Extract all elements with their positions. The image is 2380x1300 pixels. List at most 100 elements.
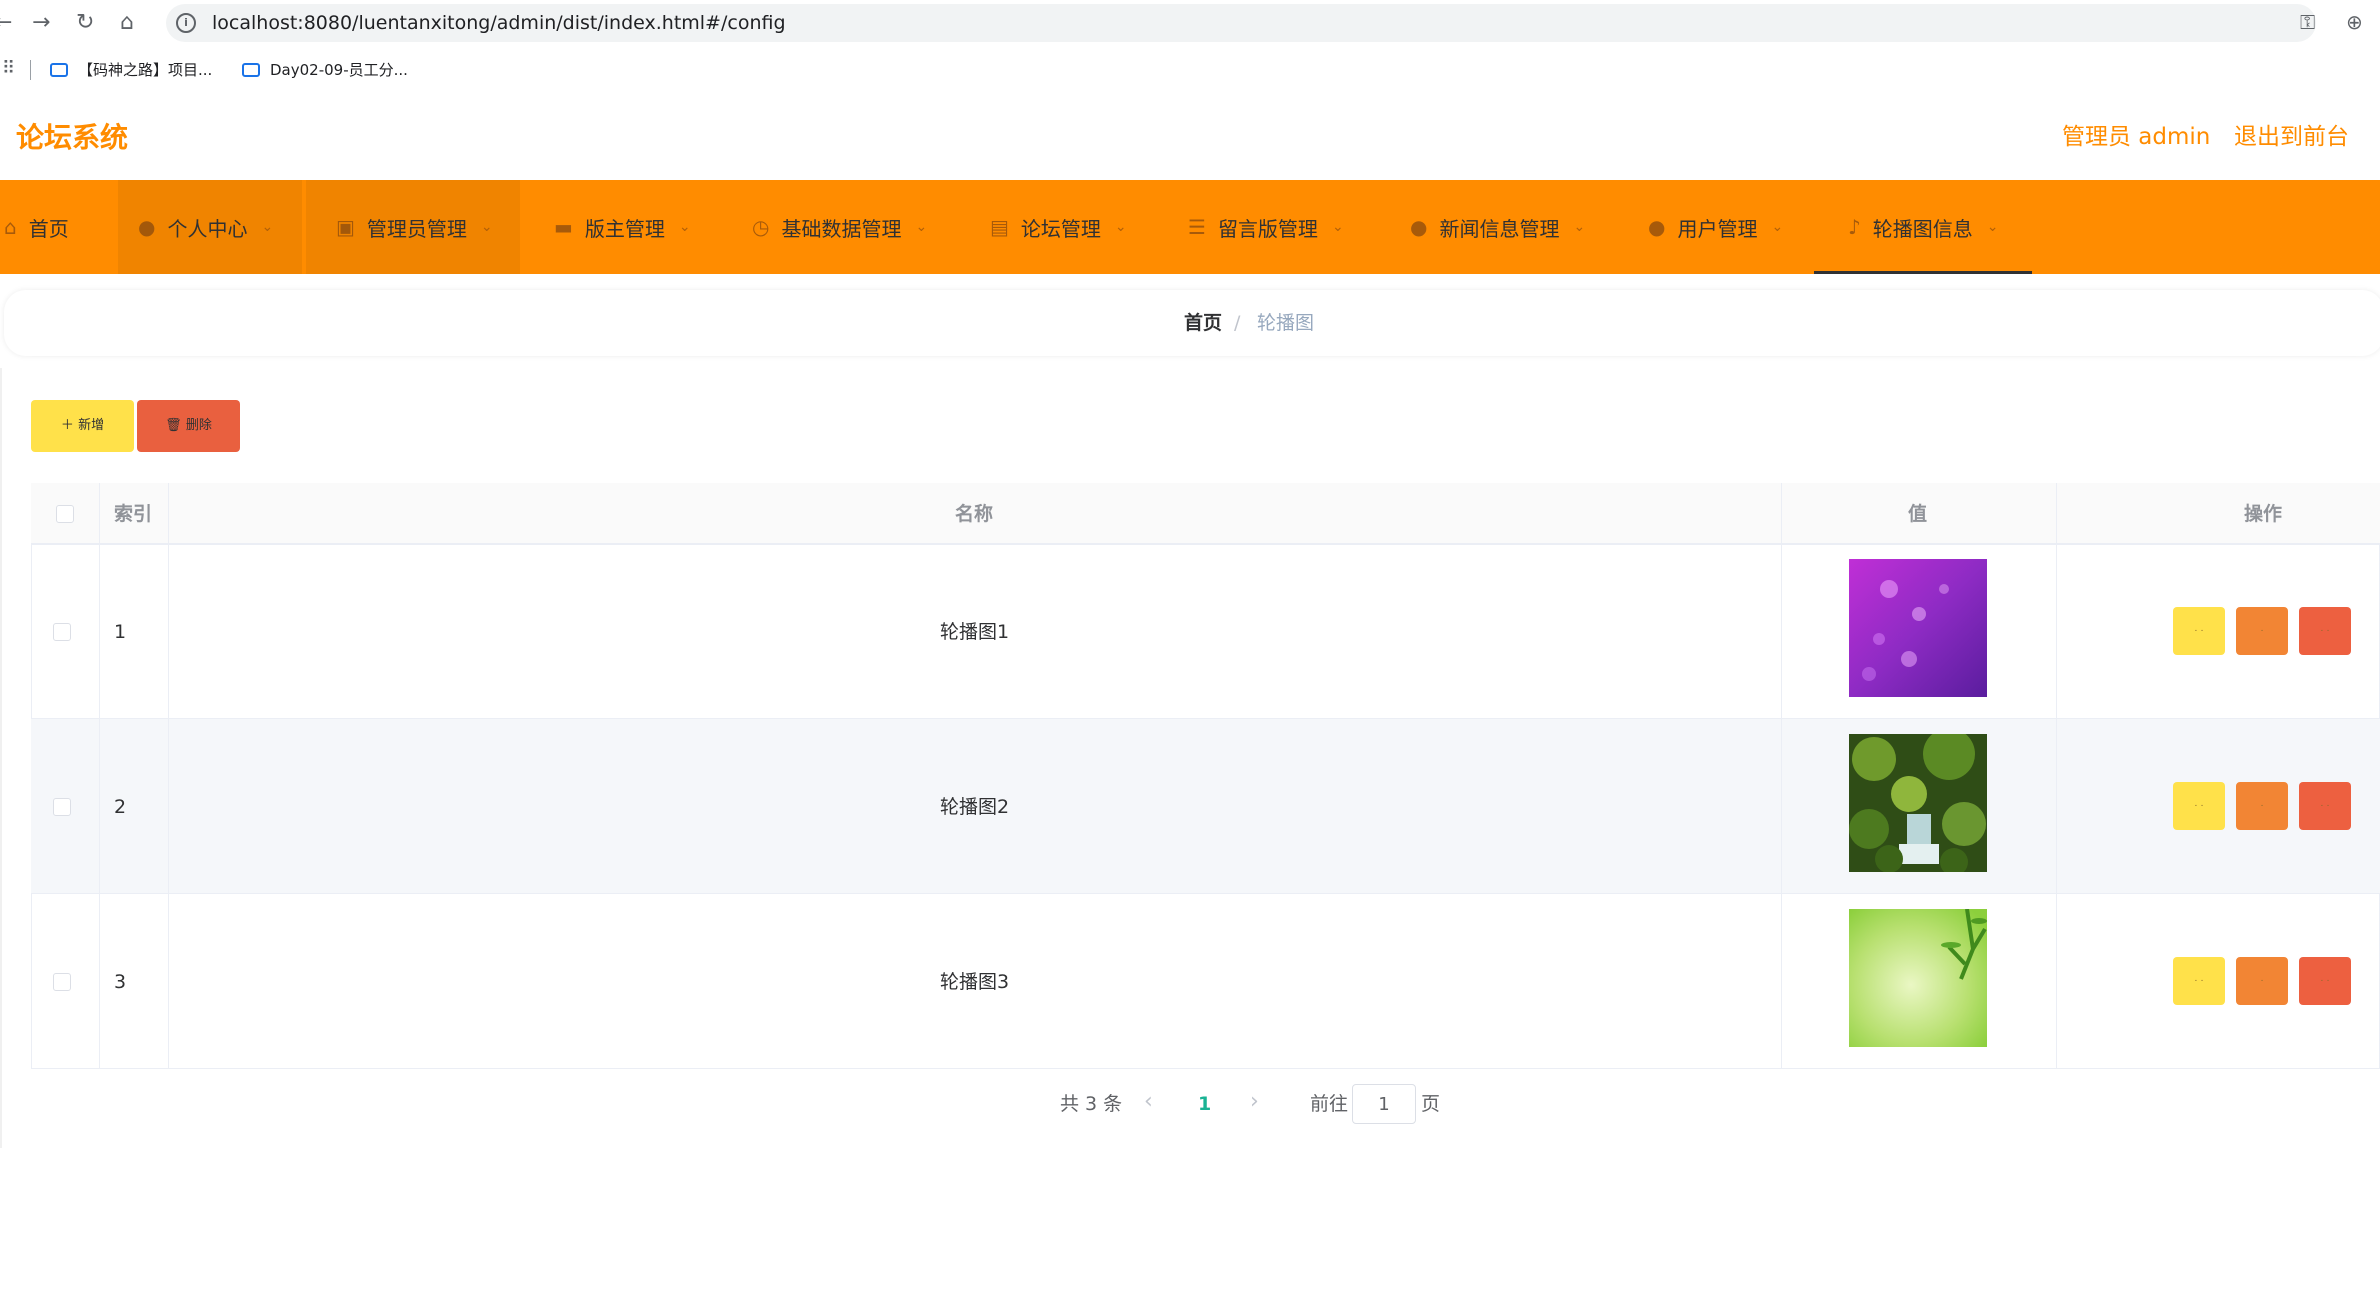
chevron-down-icon: ⌄	[1114, 219, 1127, 235]
nav-item-guestbook-management[interactable]: ☰ 留言版管理 ⌄	[1188, 180, 1344, 274]
row-divider	[31, 718, 2380, 719]
nav-item-label: 个人中心	[167, 216, 248, 241]
bookmark-item-1[interactable]: 【码神之路】项目...	[50, 58, 212, 82]
nav-item-admin-management[interactable]: ▣ 管理员管理 ⌄	[336, 180, 493, 274]
current-user-label: 管理员 admin	[2062, 124, 2211, 150]
row-delete-button[interactable]: · ·	[2299, 782, 2351, 830]
view-button[interactable]: · ·	[2173, 957, 2225, 1005]
nav-item-label: 轮播图信息	[1872, 216, 1973, 241]
nav-item-label: 留言版管理	[1217, 216, 1318, 241]
reload-icon[interactable]: ↻	[76, 10, 94, 36]
briefcase-icon: ▣	[336, 215, 355, 239]
nav-item-user-management[interactable]: ● 用户管理 ⌄	[1648, 180, 1783, 274]
chevron-down-icon: ⌄	[1771, 219, 1784, 235]
nav-item-moderator-management[interactable]: ▬ 版主管理 ⌄	[554, 180, 691, 274]
chevron-down-icon: ⌄	[915, 219, 928, 235]
row-name: 轮播图1	[940, 621, 1010, 643]
row-index: 2	[114, 796, 127, 818]
pagination-total: 共 3 条	[1060, 1093, 1123, 1115]
pagination-goto-label: 前往	[1310, 1093, 1349, 1115]
table-row-stripe	[31, 719, 2380, 893]
site-info-icon[interactable]: i	[176, 13, 196, 33]
home-button-icon[interactable]: ⌂	[120, 10, 134, 36]
row-divider	[31, 544, 2380, 545]
column-header-index[interactable]: 索引	[114, 500, 152, 528]
column-divider	[1781, 483, 1782, 1069]
url-text[interactable]: localhost:8080/luentanxitong/admin/dist/…	[212, 10, 786, 36]
nav-item-label: 首页	[28, 216, 69, 241]
table-header	[31, 483, 2380, 544]
carousel-image-thumbnail[interactable]	[1849, 559, 1987, 697]
column-divider	[99, 483, 100, 1069]
bookmark-item-2[interactable]: Day02-09-员工分...	[242, 58, 408, 82]
add-button-label: 新增	[78, 418, 105, 433]
column-divider	[168, 483, 169, 1069]
app-header	[0, 94, 2380, 180]
row-name: 轮播图3	[940, 971, 1010, 993]
forward-icon[interactable]: →	[32, 10, 50, 36]
user-icon: ●	[1648, 215, 1666, 239]
bookmark-tv-icon	[50, 63, 68, 77]
row-delete-button[interactable]: · ·	[2299, 957, 2351, 1005]
microphone-icon: ♪	[1848, 215, 1861, 239]
select-all-checkbox[interactable]	[56, 505, 74, 523]
row-index: 1	[114, 621, 127, 643]
carousel-image-thumbnail[interactable]	[1849, 909, 1987, 1047]
nav-item-basic-data-management[interactable]: ◷ 基础数据管理 ⌄	[752, 180, 927, 274]
chevron-down-icon: ⌄	[480, 219, 493, 235]
back-icon[interactable]: ←	[0, 10, 12, 36]
pagination-current-page[interactable]: 1	[1198, 1090, 1211, 1118]
delete-button[interactable]: 🗑 删除	[137, 400, 240, 452]
view-button[interactable]: · ·	[2173, 607, 2225, 655]
password-key-icon[interactable]: ⚿	[2300, 10, 2315, 34]
nav-item-news-management[interactable]: ● 新闻信息管理 ⌄	[1410, 180, 1585, 274]
breadcrumb-home[interactable]: 首页	[1184, 309, 1222, 337]
column-divider	[2056, 483, 2057, 1069]
carousel-image-thumbnail[interactable]	[1849, 734, 1987, 872]
row-divider	[31, 893, 2380, 894]
trash-icon: 🗑	[165, 418, 186, 433]
nav-item-personal-center[interactable]: ● 个人中心 ⌄	[138, 180, 273, 274]
nav-item-carousel-info[interactable]: ♪ 轮播图信息 ⌄	[1848, 180, 1999, 274]
chevron-down-icon: ⌄	[1573, 219, 1586, 235]
edit-button[interactable]: ·	[2236, 957, 2288, 1005]
sliders-icon: ☰	[1188, 215, 1206, 239]
delete-button-label: 删除	[185, 418, 212, 433]
row-name: 轮播图2	[940, 796, 1010, 818]
pagination-goto-input[interactable]	[1352, 1084, 1416, 1124]
add-button[interactable]: ＋ 新增	[31, 400, 134, 452]
nav-item-label: 版主管理	[584, 216, 665, 241]
view-button[interactable]: · ·	[2173, 782, 2225, 830]
zoom-icon[interactable]: ⊕	[2346, 10, 2363, 34]
column-header-name[interactable]: 名称	[955, 500, 993, 528]
row-checkbox[interactable]	[53, 798, 71, 816]
logout-link[interactable]: 退出到前台	[2234, 122, 2349, 152]
row-delete-button[interactable]: · ·	[2299, 607, 2351, 655]
nav-item-label: 新闻信息管理	[1439, 216, 1560, 241]
chevron-down-icon: ⌄	[1986, 219, 1999, 235]
home-icon: ⌂	[4, 215, 17, 239]
next-page-icon[interactable]: ›	[1250, 1088, 1259, 1116]
nav-item-label: 论坛管理	[1020, 216, 1101, 241]
clock-icon: ◷	[752, 215, 770, 239]
row-checkbox[interactable]	[53, 973, 71, 991]
row-checkbox[interactable]	[53, 623, 71, 641]
prev-page-icon[interactable]: ‹	[1144, 1088, 1153, 1116]
user-icon: ●	[138, 215, 156, 239]
column-header-value[interactable]: 值	[1908, 500, 1927, 528]
row-index: 3	[114, 971, 127, 993]
bookmark-label: Day02-09-员工分...	[270, 61, 408, 79]
chevron-down-icon: ⌄	[678, 219, 691, 235]
nav-item-home[interactable]: ⌂ 首页	[4, 180, 69, 274]
nav-item-forum-management[interactable]: ▤ 论坛管理 ⌄	[990, 180, 1127, 274]
chevron-down-icon: ⌄	[261, 219, 274, 235]
pagination-page-suffix: 页	[1421, 1093, 1441, 1115]
edit-button[interactable]: ·	[2236, 782, 2288, 830]
bookmark-label: 【码神之路】项目...	[78, 61, 213, 79]
chevron-down-icon: ⌄	[1331, 219, 1344, 235]
edit-button[interactable]: ·	[2236, 607, 2288, 655]
apps-grid-icon[interactable]: ⠿	[2, 58, 15, 79]
column-header-actions[interactable]: 操作	[2244, 500, 2282, 528]
monitor-icon: ▬	[554, 215, 573, 239]
nav-item-label: 管理员管理	[366, 216, 467, 241]
